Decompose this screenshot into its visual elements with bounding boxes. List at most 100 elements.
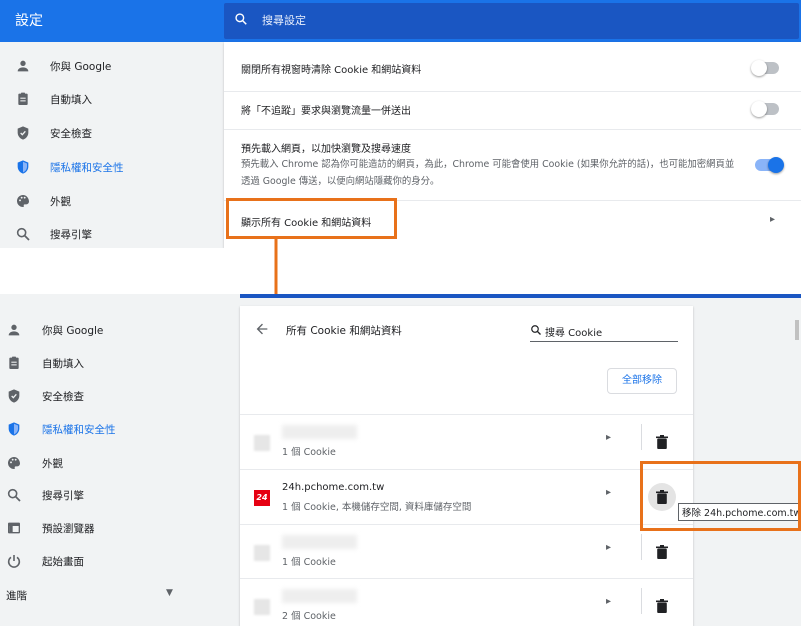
site-name-blurred (282, 535, 357, 549)
site-favicon (254, 599, 270, 615)
search-icon (531, 325, 541, 335)
site-row[interactable]: 24 24h.pchome.com.tw 1 個 Cookie, 本機儲存空間,… (240, 469, 693, 523)
settings-header: 設定 搜尋設定 (0, 0, 801, 42)
settings-row-clear-cookies[interactable]: 關閉所有視窗時清除 Cookie 和網站資料 (224, 42, 801, 92)
row-subtitle: 預先載入 Chrome 認為你可能造訪的網頁，為此，Chrome 可能會使用 C… (241, 159, 735, 187)
remove-all-button[interactable]: 全部移除 (607, 368, 677, 394)
site-favicon: 24 (254, 490, 270, 506)
page-title: 所有 Cookie 和網站資料 (286, 325, 402, 337)
site-favicon (254, 435, 270, 451)
chevron-right-icon[interactable]: ▸ (606, 596, 611, 607)
sidebar-item-label: 安全檢查 (50, 128, 92, 140)
divider (641, 424, 642, 450)
search-icon (16, 227, 30, 241)
chevron-right-icon[interactable]: ▸ (606, 432, 611, 443)
sidebar-item-search-engine[interactable]: 搜尋引擎 (0, 480, 222, 510)
divider (641, 588, 642, 614)
sidebar-item-label: 安全檢查 (42, 391, 84, 403)
site-desc: 1 個 Cookie (282, 557, 336, 568)
sidebar-item-privacy[interactable]: 隱私權和安全性 (0, 414, 222, 444)
shield-icon (17, 160, 29, 174)
site-name-blurred (282, 589, 357, 603)
sidebar-item-safety-check[interactable]: 安全檢查 (0, 118, 222, 148)
site-row[interactable]: 2 個 Cookie ▸ (240, 578, 693, 626)
divider (641, 534, 642, 560)
shield-icon (8, 422, 20, 436)
sidebar-item-label: 外觀 (50, 196, 71, 208)
sidebar-item-you-and-google[interactable]: 你與 Google (0, 51, 222, 81)
clipboard-icon (18, 92, 28, 105)
site-name: 24h.pchome.com.tw (282, 482, 385, 493)
do-not-track-toggle[interactable] (751, 101, 779, 117)
sidebar-item-you-and-google[interactable]: 你與 Google (0, 315, 222, 345)
sidebar-item-appearance[interactable]: 外觀 (0, 448, 222, 478)
sidebar-item-label: 自動填入 (50, 94, 92, 106)
sidebar-item-privacy[interactable]: 隱私權和安全性 (0, 152, 222, 182)
settings-title: 設定 (15, 13, 43, 29)
cookie-search-input[interactable] (545, 323, 675, 339)
highlight-delete-button (640, 461, 801, 531)
cookies-card: 所有 Cookie 和網站資料 全部移除 1 個 Cookie ▸ 24 24h… (240, 306, 693, 626)
sidebar-item-label: 搜尋引擎 (50, 229, 92, 241)
sidebar-item-label: 你與 Google (42, 325, 104, 337)
browser-icon (8, 522, 20, 534)
clipboard-icon (9, 356, 19, 369)
sidebar-item-safety-check[interactable]: 安全檢查 (0, 381, 222, 411)
power-icon (7, 555, 21, 568)
search-icon (7, 488, 21, 502)
header-band (240, 294, 801, 298)
delete-site-button[interactable] (648, 428, 676, 456)
chevron-right-icon: ▸ (770, 214, 776, 225)
delete-site-button[interactable] (648, 592, 676, 620)
search-icon (235, 13, 247, 25)
sidebar-item-autofill[interactable]: 自動填入 (0, 84, 222, 114)
delete-site-button[interactable] (648, 538, 676, 566)
sidebar-item-autofill[interactable]: 自動填入 (0, 348, 222, 378)
settings-screenshot-top: 設定 搜尋設定 你與 Google 自動填入 安全檢查 隱私權和安全性 外觀 搜… (0, 0, 801, 248)
site-row[interactable]: 1 個 Cookie ▸ (240, 524, 693, 578)
settings-search-placeholder: 搜尋設定 (262, 14, 306, 27)
sidebar-item-on-startup[interactable]: 起始畫面 (0, 546, 222, 576)
site-favicon (254, 545, 270, 561)
settings-search-box[interactable]: 搜尋設定 (224, 3, 799, 39)
row-title: 預先載入網頁，以加快瀏覽及搜尋速度 (241, 144, 411, 155)
sidebar-item-label: 預設瀏覽器 (42, 523, 95, 535)
trash-icon (656, 545, 668, 559)
preload-toggle[interactable] (755, 157, 784, 173)
sidebar-item-appearance[interactable]: 外觀 (0, 186, 222, 216)
sidebar-item-label: 起始畫面 (42, 556, 84, 568)
row-title: 將「不追蹤」要求與瀏覽流量一併送出 (241, 106, 411, 117)
person-icon (8, 324, 20, 336)
back-arrow-icon[interactable] (254, 321, 270, 337)
site-name-blurred (282, 425, 357, 439)
site-row[interactable]: 1 個 Cookie ▸ (240, 414, 693, 468)
palette-icon (7, 457, 21, 469)
cookie-search-field[interactable] (530, 322, 678, 342)
site-desc: 2 個 Cookie (282, 611, 336, 622)
chevron-right-icon[interactable]: ▸ (606, 542, 611, 553)
trash-icon (656, 599, 668, 613)
sidebar-item-search-engine[interactable]: 搜尋引擎 (0, 219, 222, 248)
settings-screenshot-bottom: 你與 Google 自動填入 安全檢查 隱私權和安全性 外觀 搜尋引擎 預設瀏覽… (0, 294, 801, 626)
scrollbar[interactable] (795, 320, 799, 340)
row-title: 關閉所有視窗時清除 Cookie 和網站資料 (241, 65, 422, 76)
sidebar-item-label: 你與 Google (50, 61, 112, 73)
person-icon (17, 60, 29, 72)
sidebar-item-label: 隱私權和安全性 (50, 162, 124, 174)
sidebar-item-label: 搜尋引擎 (42, 490, 84, 502)
shield-check-icon (17, 126, 29, 140)
sidebar-item-label: 自動填入 (42, 358, 84, 370)
palette-icon (16, 195, 29, 207)
settings-row-do-not-track[interactable]: 將「不追蹤」要求與瀏覽流量一併送出 (224, 92, 801, 130)
site-desc: 1 個 Cookie (282, 447, 336, 458)
sidebar-item-label: 隱私權和安全性 (42, 424, 116, 436)
trash-icon (656, 435, 668, 449)
sidebar-item-default-browser[interactable]: 預設瀏覽器 (0, 513, 222, 543)
shield-check-icon (8, 389, 20, 403)
sidebar-advanced-toggle[interactable]: 進階 ▼ (0, 586, 222, 616)
chevron-right-icon[interactable]: ▸ (606, 487, 611, 498)
clear-cookies-toggle[interactable] (751, 60, 779, 76)
settings-row-preload[interactable]: 預先載入網頁，以加快瀏覽及搜尋速度 預先載入 Chrome 認為你可能造訪的網頁… (224, 130, 801, 201)
advanced-label: 進階 (6, 590, 27, 602)
chevron-down-icon: ▼ (166, 588, 173, 598)
